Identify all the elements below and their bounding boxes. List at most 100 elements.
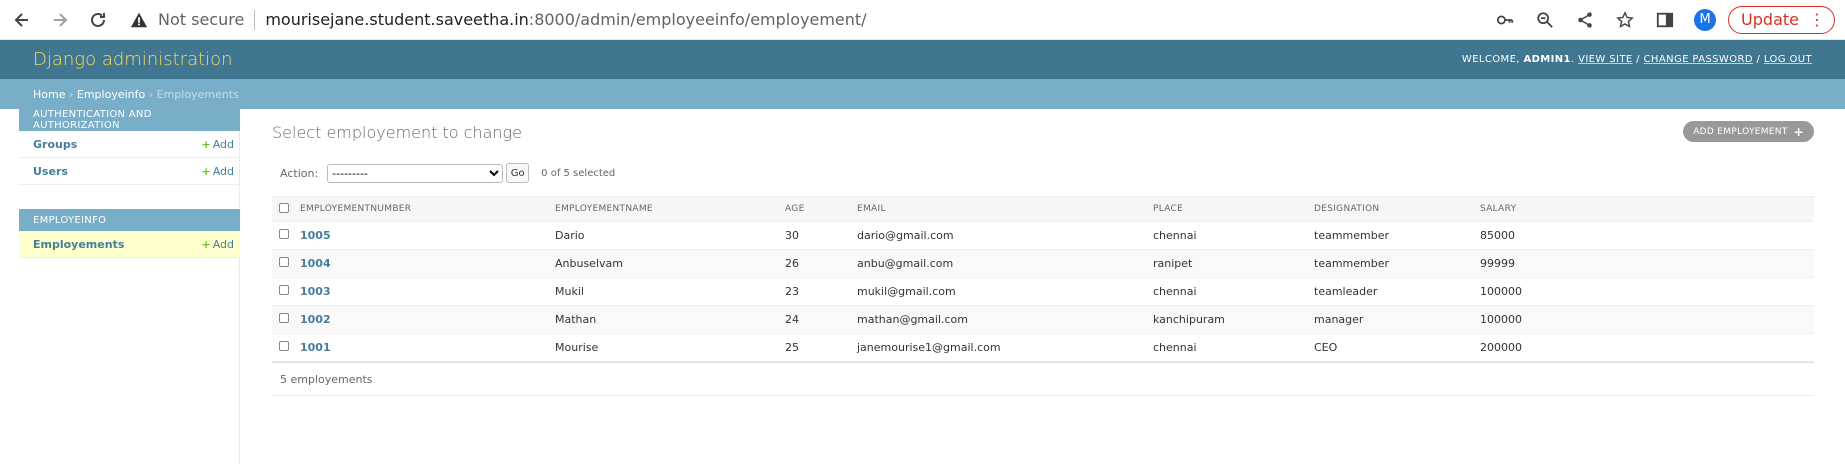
- table-cell: anbu@gmail.com: [857, 249, 1153, 278]
- warning-icon: [130, 12, 148, 27]
- change-password-link[interactable]: Change password: [1644, 54, 1753, 65]
- row-select-cell: [272, 333, 300, 362]
- add-employement-label: Add employement: [1693, 126, 1788, 137]
- profile-avatar[interactable]: M: [1694, 8, 1717, 31]
- row-select-cell: [272, 249, 300, 278]
- employement-link[interactable]: 1001: [300, 341, 331, 354]
- table-cell: 200000: [1480, 333, 1814, 362]
- plus-icon: +: [201, 237, 211, 251]
- table-cell: 99999: [1480, 249, 1814, 278]
- table-cell: teamleader: [1314, 277, 1480, 306]
- selection-counter: 0 of 5 selected: [541, 167, 616, 179]
- reload-icon[interactable]: [86, 8, 110, 32]
- action-select[interactable]: ---------: [327, 163, 504, 183]
- sidebar-item-groups[interactable]: Groups + Add: [19, 131, 240, 158]
- add-label: Add: [212, 164, 234, 178]
- table-cell: chennai: [1153, 277, 1314, 306]
- back-icon[interactable]: [10, 8, 34, 32]
- module-employeinfo: Employeinfo Employements + Add: [19, 209, 240, 258]
- employement-number-cell: 1002: [300, 305, 555, 334]
- welcome-text: Welcome,: [1461, 54, 1520, 65]
- table-cell: dario@gmail.com: [857, 221, 1153, 250]
- table-cell: 24: [785, 305, 857, 334]
- column-header[interactable]: EMAIL: [857, 196, 1153, 222]
- column-header[interactable]: EMPLOYEMENTNAME: [555, 196, 785, 222]
- employement-link[interactable]: 1004: [300, 257, 331, 270]
- table-cell: janemourise1@gmail.com: [857, 333, 1153, 362]
- breadcrumb: Home › Employeinfo › Employements: [0, 79, 1845, 109]
- bookmark-star-icon[interactable]: [1614, 9, 1636, 31]
- table-row: 1005 Dario 30 dario@gmail.com chennai teammem…: [272, 221, 1814, 250]
- share-icon[interactable]: [1574, 9, 1596, 31]
- table-cell: mukil@gmail.com: [857, 277, 1153, 306]
- row-checkbox[interactable]: [279, 229, 289, 239]
- not-secure-label: Not secure: [158, 10, 245, 29]
- table-cell: Mathan: [555, 305, 785, 334]
- table-row: 1001 Mourise 25 janemourise1@gmail.com chenn…: [272, 333, 1814, 362]
- table-cell: Mourise: [555, 333, 785, 362]
- sidebar-item-label[interactable]: Users: [33, 165, 68, 178]
- side-panel-icon[interactable]: [1654, 9, 1676, 31]
- module-caption[interactable]: Authentication and Authorization: [19, 109, 240, 131]
- employement-number-cell: 1001: [300, 333, 555, 362]
- table-row: 1003 Mukil 23 mukil@gmail.com chennai teamlea…: [272, 277, 1814, 306]
- table-cell: kanchipuram: [1153, 305, 1314, 334]
- log-out-link[interactable]: Log out: [1764, 54, 1812, 65]
- row-checkbox[interactable]: [279, 341, 289, 351]
- table-cell: ranipet: [1153, 249, 1314, 278]
- employement-link[interactable]: 1002: [300, 313, 331, 326]
- column-header[interactable]: SALARY: [1480, 196, 1814, 222]
- module-caption[interactable]: Employeinfo: [19, 209, 240, 231]
- site-branding[interactable]: Django administration: [33, 49, 233, 70]
- select-all-checkbox[interactable]: [279, 202, 289, 213]
- table-cell: 26: [785, 249, 857, 278]
- column-header[interactable]: DESIGNATION: [1314, 196, 1480, 222]
- address-bar[interactable]: Not secure mourisejane.student.saveetha.…: [130, 9, 867, 30]
- row-select-cell: [272, 277, 300, 306]
- table-cell: teammember: [1314, 249, 1480, 278]
- table-cell: 85000: [1480, 221, 1814, 250]
- breadcrumb-home[interactable]: Home: [33, 88, 65, 101]
- menu-kebab-icon: ⋮: [1809, 10, 1825, 29]
- zoom-icon[interactable]: [1534, 9, 1556, 31]
- go-button[interactable]: Go: [506, 163, 530, 183]
- user-tools: Welcome, admin1. View site / Change pass…: [1461, 54, 1812, 65]
- forward-icon[interactable]: [48, 8, 72, 32]
- column-header[interactable]: EMPLOYEMENTNUMBER: [300, 196, 555, 222]
- table-cell: mathan@gmail.com: [857, 305, 1153, 334]
- column-header[interactable]: PLACE: [1153, 196, 1314, 222]
- add-users-link[interactable]: + Add: [201, 165, 234, 178]
- sidebar-item-label[interactable]: Groups: [33, 138, 77, 151]
- table-cell: Dario: [555, 221, 785, 250]
- table-row: 1002 Mathan 24 mathan@gmail.com kanchipuram m…: [272, 305, 1814, 334]
- action-label: Action:: [280, 166, 319, 180]
- row-checkbox[interactable]: [279, 285, 289, 295]
- key-icon[interactable]: [1494, 9, 1516, 31]
- breadcrumb-current: Employements: [156, 87, 239, 101]
- sidebar-item-label[interactable]: Employements: [33, 238, 124, 251]
- view-site-link[interactable]: View site: [1578, 54, 1633, 65]
- add-groups-link[interactable]: + Add: [201, 138, 234, 151]
- row-checkbox[interactable]: [279, 257, 289, 267]
- module-auth: Authentication and Authorization Groups …: [19, 109, 240, 185]
- employement-number-cell: 1004: [300, 249, 555, 278]
- table-cell: 100000: [1480, 277, 1814, 306]
- sidebar-item-users[interactable]: Users + Add: [19, 158, 240, 185]
- employement-link[interactable]: 1003: [300, 285, 331, 298]
- add-employement-button[interactable]: Add employement +: [1683, 121, 1814, 142]
- username: admin1: [1523, 54, 1571, 65]
- table-cell: 100000: [1480, 305, 1814, 334]
- browser-toolbar: Not secure mourisejane.student.saveetha.…: [0, 0, 1845, 40]
- sidebar-item-employements[interactable]: Employements + Add: [19, 231, 240, 258]
- row-checkbox[interactable]: [279, 313, 289, 323]
- add-employements-link[interactable]: + Add: [201, 238, 234, 251]
- breadcrumb-app[interactable]: Employeinfo: [77, 88, 145, 101]
- plus-icon: +: [201, 137, 211, 151]
- add-label: Add: [212, 237, 234, 251]
- update-button[interactable]: Update ⋮: [1728, 5, 1835, 34]
- column-header[interactable]: AGE: [785, 196, 857, 222]
- table-header-row: EMPLOYEMENTNUMBER EMPLOYEMENTNAME AGE EM…: [272, 196, 1814, 222]
- table-cell: CEO: [1314, 333, 1480, 362]
- employement-link[interactable]: 1005: [300, 229, 331, 242]
- results-table: EMPLOYEMENTNUMBER EMPLOYEMENTNAME AGE EM…: [272, 196, 1814, 362]
